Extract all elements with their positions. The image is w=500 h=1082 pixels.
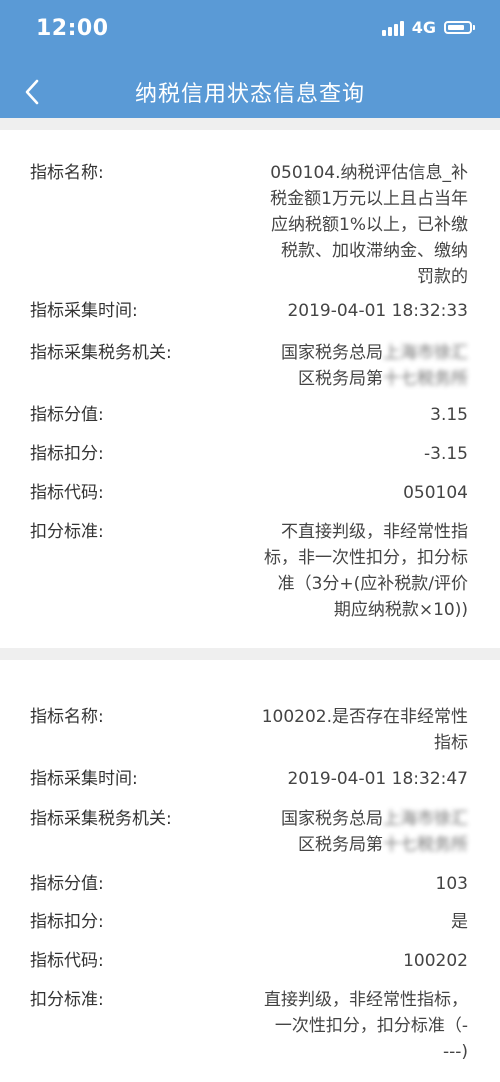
- label-code: 指标代码:: [30, 483, 104, 503]
- label-office: 指标采集税务机关:: [30, 809, 172, 829]
- label-score: 指标分值:: [30, 874, 104, 894]
- office-part: 上海市徐汇: [383, 809, 468, 829]
- label-time: 指标采集时间:: [30, 769, 138, 789]
- label-name: 指标名称:: [30, 163, 104, 183]
- label-name: 指标名称:: [30, 707, 104, 727]
- value-line: 税金额1万元以上且占当年: [270, 189, 468, 209]
- value-line: 罚款的: [417, 267, 468, 287]
- value-deduct: -3.15: [424, 444, 468, 464]
- office-part: 十七税务所: [383, 369, 468, 389]
- record-row-name: 指标名称: 100202.是否存在非经常性 指标: [0, 704, 500, 756]
- value-name: 050104.纳税评估信息_补 税金额1万元以上且占当年 应纳税额1%以上，已补…: [270, 160, 468, 290]
- value-line: 准（3分+(应补税款/评价: [277, 574, 468, 594]
- label-standard: 扣分标准:: [30, 522, 104, 542]
- nav-bar: 纳税信用状态信息查询: [0, 64, 500, 118]
- value-name: 100202.是否存在非经常性 指标: [262, 704, 468, 756]
- office-part: 十七税务所: [383, 835, 468, 855]
- value-line: 指标: [434, 733, 468, 753]
- record-row-time: 指标采集时间: 2019-04-01 18:32:33: [0, 298, 500, 324]
- value-score: 3.15: [430, 405, 468, 425]
- record-card: 指标名称: 100202.是否存在非经常性 指标 指标采集时间: 2019-04…: [0, 660, 500, 1082]
- value-line: 直接判级，非经常性指标，: [264, 990, 468, 1010]
- network-type: 4G: [411, 18, 436, 37]
- label-deduct: 指标扣分:: [30, 912, 104, 932]
- value-line: 050104.纳税评估信息_补: [270, 163, 468, 183]
- section-divider: [0, 648, 500, 660]
- status-bar: 12:00 4G: [0, 0, 500, 64]
- record-row-name: 指标名称: 050104.纳税评估信息_补 税金额1万元以上且占当年 应纳税额1…: [0, 160, 500, 290]
- value-score: 103: [435, 874, 468, 894]
- office-part: 区税务局第: [298, 835, 383, 855]
- record-row-standard: 扣分标准: 不直接判级，非经常性指 标，非一次性扣分，扣分标 准（3分+(应补税…: [0, 519, 500, 623]
- value-line: 税款、加收滞纳金、缴纳: [281, 241, 468, 261]
- value-line: 一次性扣分，扣分标准（-: [274, 1016, 468, 1036]
- value-line: 不直接判级，非经常性指: [281, 522, 468, 542]
- label-score: 指标分值:: [30, 405, 104, 425]
- value-code: 050104: [403, 483, 468, 503]
- office-part: 国家税务总局: [281, 343, 383, 363]
- office-part: 国家税务总局: [281, 809, 383, 829]
- record-row-standard: 扣分标准: 直接判级，非经常性指标， 一次性扣分，扣分标准（- ---): [0, 987, 500, 1065]
- value-standard: 不直接判级，非经常性指 标，非一次性扣分，扣分标 准（3分+(应补税款/评价 期…: [264, 519, 468, 623]
- page-title: 纳税信用状态信息查询: [134, 82, 365, 107]
- value-code: 100202: [403, 951, 468, 971]
- record-row-time: 指标采集时间: 2019-04-01 18:32:47: [0, 766, 500, 792]
- status-indicators: 4G: [381, 18, 475, 37]
- record-row-score: 指标分值: 103: [0, 871, 500, 897]
- record-row-office: 指标采集税务机关: 国家税务总局上海市徐汇 区税务局第十七税务所: [0, 806, 500, 858]
- battery-icon: [444, 21, 475, 34]
- signal-icon: [381, 20, 404, 36]
- value-deduct: 是: [451, 912, 468, 932]
- section-divider: [0, 118, 500, 130]
- value-standard: 直接判级，非经常性指标， 一次性扣分，扣分标准（- ---): [264, 987, 468, 1065]
- record-row-code: 指标代码: 100202: [0, 948, 500, 974]
- status-time: 12:00: [36, 16, 109, 41]
- value-office: 国家税务总局上海市徐汇 区税务局第十七税务所: [281, 340, 468, 392]
- label-time: 指标采集时间:: [30, 301, 138, 321]
- office-part: 区税务局第: [298, 369, 383, 389]
- record-row-score: 指标分值: 3.15: [0, 402, 500, 428]
- office-part: 上海市徐汇: [383, 343, 468, 363]
- value-time: 2019-04-01 18:32:33: [287, 301, 468, 321]
- value-office: 国家税务总局上海市徐汇 区税务局第十七税务所: [281, 806, 468, 858]
- value-line: 应纳税额1%以上，已补缴: [271, 215, 468, 235]
- value-line: 100202.是否存在非经常性: [261, 707, 468, 727]
- record-row-deduct: 指标扣分: -3.15: [0, 441, 500, 467]
- label-standard: 扣分标准:: [30, 990, 104, 1010]
- label-code: 指标代码:: [30, 951, 104, 971]
- label-office: 指标采集税务机关:: [30, 343, 172, 363]
- value-line: 期应纳税款×10)): [333, 600, 468, 620]
- label-deduct: 指标扣分:: [30, 444, 104, 464]
- record-row-deduct: 指标扣分: 是: [0, 909, 500, 935]
- value-line: 标，非一次性扣分，扣分标: [264, 548, 468, 568]
- record-row-code: 指标代码: 050104: [0, 480, 500, 506]
- value-time: 2019-04-01 18:32:47: [287, 769, 468, 789]
- record-row-office: 指标采集税务机关: 国家税务总局上海市徐汇 区税务局第十七税务所: [0, 340, 500, 392]
- value-line: ---): [442, 1042, 468, 1062]
- record-card: 指标名称: 050104.纳税评估信息_补 税金额1万元以上且占当年 应纳税额1…: [0, 130, 500, 648]
